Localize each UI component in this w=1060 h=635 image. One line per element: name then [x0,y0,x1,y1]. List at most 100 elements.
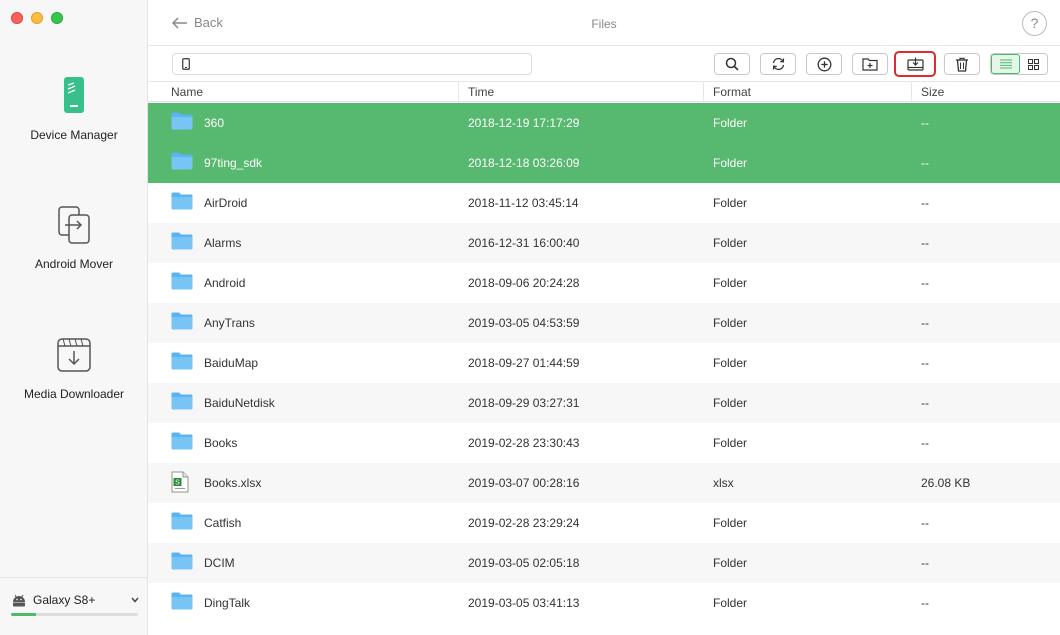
column-header-size[interactable]: Size [921,85,944,99]
column-header-name[interactable]: Name [171,85,203,99]
file-time: 2018-12-18 03:26:09 [468,156,580,170]
new-folder-icon [862,58,878,71]
folder-icon [171,312,193,333]
nav-label: Android Mover [34,257,114,271]
file-name: Catfish [204,516,242,530]
delete-icon [956,57,968,72]
file-format: Folder [713,116,748,130]
search-icon [725,57,739,71]
file-name: BaiduNetdisk [204,396,275,410]
file-name: BaiduMap [204,356,259,370]
svg-text:S: S [175,480,180,487]
file-size: -- [921,516,929,530]
export-to-computer-button[interactable] [894,51,936,77]
file-format: Folder [713,596,748,610]
file-time: 2019-02-28 23:30:43 [468,436,580,450]
file-format: Folder [713,516,748,530]
device-name: Galaxy S8+ [33,593,96,607]
storage-bar [11,613,138,616]
file-format: Folder [713,276,748,290]
add-icon [817,57,831,71]
file-size: -- [921,556,929,570]
table-row[interactable]: Books 2019-02-28 23:30:43 Folder -- [148,423,1060,463]
table-row[interactable]: BaiduNetdisk 2018-09-29 03:27:31 Folder -- [148,383,1060,423]
file-size: -- [921,276,929,290]
table-row[interactable]: 360 2018-12-19 17:17:29 Folder -- [148,103,1060,143]
main-panel: Back Files ? Name Time Format Size 360 2… [148,0,1060,635]
nav-android-mover[interactable]: Android Mover [0,205,148,271]
file-time: 2016-12-31 16:00:40 [468,236,580,250]
new-folder-button[interactable] [852,53,888,75]
window-controls [11,12,63,24]
table-row[interactable]: Catfish 2019-02-28 23:29:24 Folder -- [148,503,1060,543]
table-row[interactable]: Android 2018-09-06 20:24:28 Folder -- [148,263,1060,303]
file-size: -- [921,596,929,610]
file-time: 2018-12-19 17:17:29 [468,116,580,130]
file-name: Android [204,276,246,290]
table-row[interactable]: S Books.xlsx 2019-03-07 00:28:16 xlsx 26.08 … [148,463,1060,503]
file-size: 26.08 KB [921,476,971,490]
nav-media-downloader[interactable]: Media Downloader [0,335,148,401]
folder-icon [171,272,193,293]
file-time: 2019-03-07 00:28:16 [468,476,580,490]
page-title: Files [591,17,617,31]
file-time: 2018-09-29 03:27:31 [468,396,580,410]
help-button[interactable]: ? [1022,11,1047,36]
export-to-computer-icon [906,57,924,71]
refresh-icon [772,57,784,71]
file-time: 2018-09-06 20:24:28 [468,276,580,290]
file-format: Folder [713,356,748,370]
delete-button[interactable] [944,53,980,75]
folder-icon [171,392,193,413]
file-time: 2018-09-27 01:44:59 [468,356,580,370]
table-row[interactable]: BaiduMap 2018-09-27 01:44:59 Folder -- [148,343,1060,383]
file-name: Books.xlsx [204,476,262,490]
file-format: Folder [713,436,748,450]
chevron-down-icon [131,597,139,603]
file-format: Folder [713,156,748,170]
add-button[interactable] [806,53,842,75]
download-icon [57,338,91,372]
folder-icon [171,592,193,613]
file-format: Folder [713,396,748,410]
grid-view-icon [1028,58,1039,70]
zoom-window-button[interactable] [51,12,63,24]
path-field[interactable] [172,53,532,75]
file-name: 97ting_sdk [204,156,263,170]
refresh-button[interactable] [760,53,796,75]
folder-icon [171,552,193,573]
list-view-button[interactable] [991,54,1020,74]
grid-view-button[interactable] [1020,54,1047,74]
minimize-window-button[interactable] [31,12,43,24]
transfer-icon [58,206,90,244]
table-row[interactable]: DingTalk 2019-03-05 03:41:13 Folder -- [148,583,1060,623]
file-size: -- [921,316,929,330]
file-size: -- [921,236,929,250]
storage-bar-fill [11,613,37,616]
column-header-format[interactable]: Format [713,85,751,99]
device-dropdown[interactable]: Galaxy S8+ [11,592,139,608]
table-row[interactable]: AnyTrans 2019-03-05 04:53:59 Folder -- [148,303,1060,343]
file-size: -- [921,436,929,450]
close-window-button[interactable] [11,12,23,24]
phone-icon [182,58,190,70]
table-row[interactable]: 97ting_sdk 2018-12-18 03:26:09 Folder -- [148,143,1060,183]
table-row[interactable]: AirDroid 2018-11-12 03:45:14 Folder -- [148,183,1060,223]
table-header: Name Time Format Size [148,82,1060,102]
table-row[interactable]: Alarms 2016-12-31 16:00:40 Folder -- [148,223,1060,263]
view-mode-toggle [990,53,1048,75]
nav-device-manager[interactable]: Device Manager [0,76,148,142]
file-size: -- [921,116,929,130]
column-divider [458,82,459,102]
table-row[interactable]: DCIM 2019-03-05 02:05:18 Folder -- [148,543,1060,583]
search-button[interactable] [714,53,750,75]
column-header-time[interactable]: Time [468,85,494,99]
spreadsheet-file-icon: S [171,471,189,496]
list-view-icon [999,59,1012,69]
file-size: -- [921,356,929,370]
folder-icon [171,512,193,533]
folder-icon [171,432,193,453]
file-format: xlsx [713,476,734,490]
folder-icon [171,112,193,133]
file-format: Folder [713,316,748,330]
